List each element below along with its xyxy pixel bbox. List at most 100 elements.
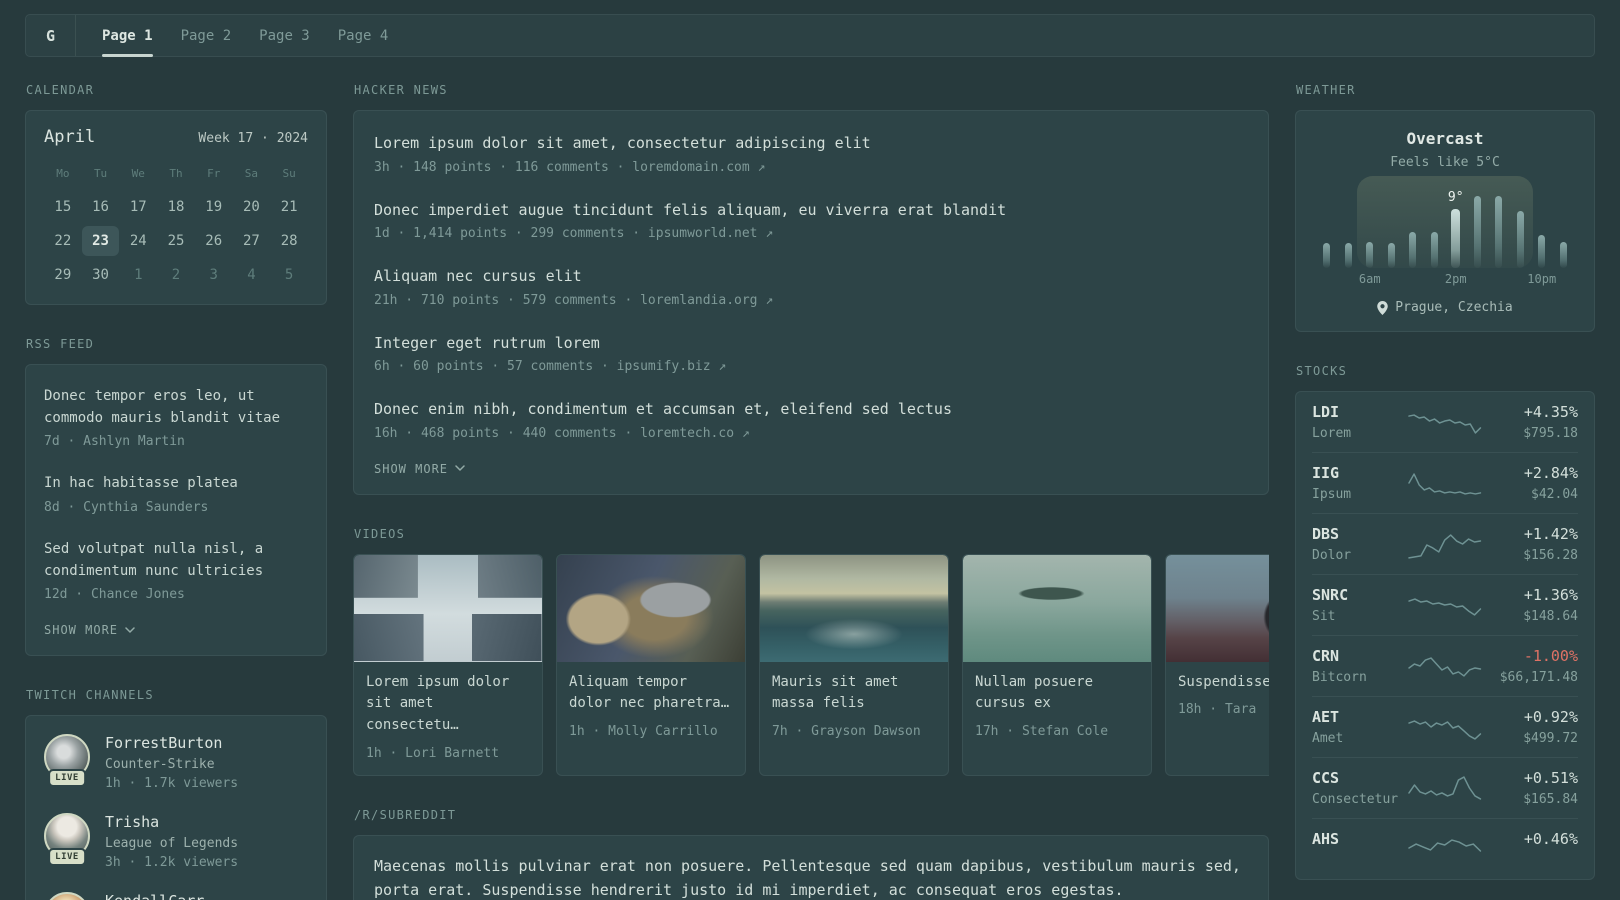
app-logo[interactable]: G (26, 15, 76, 56)
channel-name[interactable]: ForrestBurton (105, 734, 238, 752)
stock-row[interactable]: CCS Consectetur +0.51% $165.84 (1312, 757, 1578, 818)
video-card[interactable]: Aliquam tempor dolor nec pharetra… 1h · … (556, 553, 746, 776)
hn-item-title[interactable]: Donec enim nibh, condimentum et accumsan… (374, 398, 1248, 421)
tab-page-4[interactable]: Page 4 (338, 15, 389, 56)
stock-symbol[interactable]: CCS (1312, 769, 1407, 787)
weather-bar-slot (1316, 186, 1338, 268)
live-badge: LIVE (48, 848, 86, 867)
calendar-section-label: CALENDAR (26, 83, 95, 97)
calendar-month: April (44, 127, 96, 147)
calendar-week-year: Week 17 · 2024 (198, 131, 308, 146)
stock-row[interactable]: AET Amet +0.92% $499.72 (1312, 696, 1578, 757)
rss-item-title[interactable]: Sed volutpat nulla nisl, a condimentum n… (44, 539, 308, 582)
rss-item[interactable]: Sed volutpat nulla nisl, a condimentum n… (44, 526, 308, 613)
video-thumbnail[interactable] (760, 554, 948, 662)
page-tabs: Page 1 Page 2 Page 3 Page 4 (76, 15, 414, 57)
hn-item[interactable]: Donec enim nibh, condimentum et accumsan… (374, 385, 1248, 452)
video-card[interactable]: Nullam posuere cursus ex 17h · Stefan Co… (962, 553, 1152, 776)
channel-name[interactable]: Trisha (105, 813, 238, 831)
rss-item[interactable]: Donec tempor eros leo, ut commodo mauris… (44, 373, 308, 460)
reddit-post[interactable]: Maecenas mollis pulvinar erat non posuer… (374, 854, 1248, 900)
avatar: LIVE (44, 813, 90, 867)
video-meta: 7h · Grayson Dawson (772, 723, 921, 739)
weekday-label: Su (282, 167, 296, 180)
chevron-down-icon (125, 627, 135, 633)
weather-time-label: 10pm (1527, 272, 1557, 286)
video-thumbnail[interactable] (354, 554, 542, 662)
video-thumbnail[interactable] (557, 554, 745, 662)
calendar-day: 27 (242, 233, 260, 249)
video-title[interactable]: Suspendisse diam (1178, 672, 1269, 694)
weather-bar (1344, 243, 1352, 268)
twitch-channel-row[interactable]: LIVE KendallCarr (44, 892, 308, 900)
tab-page-3[interactable]: Page 3 (259, 15, 310, 56)
stock-symbol[interactable]: AHS (1312, 830, 1407, 848)
weekday-label: Fr (207, 167, 221, 180)
weather-section: WEATHER Overcast Feels like 5°C 9° 6am 2p… (1295, 83, 1595, 332)
hn-item[interactable]: Donec imperdiet augue tincidunt felis al… (374, 186, 1248, 253)
hn-item-title[interactable]: Lorem ipsum dolor sit amet, consectetur … (374, 132, 1248, 155)
hacker-news-section: HACKER NEWS Lorem ipsum dolor sit amet, … (353, 83, 1269, 495)
twitch-channel-row[interactable]: LIVE Trisha League of Legends 3h · 1.2k … (44, 813, 308, 870)
weather-temp-label: 9° (1447, 189, 1464, 205)
hn-item-title[interactable]: Integer eget rutrum lorem (374, 332, 1248, 355)
stock-price: $499.72 (1523, 731, 1578, 746)
hn-show-more-button[interactable]: SHOW MORE (374, 452, 1248, 482)
video-title[interactable]: Lorem ipsum dolor sit amet consectetu… (366, 672, 530, 737)
location-pin-icon (1377, 300, 1389, 315)
hn-item[interactable]: Integer eget rutrum lorem 6h · 60 points… (374, 319, 1248, 386)
video-title[interactable]: Mauris sit amet massa felis (772, 672, 936, 715)
rss-section: RSS FEED Donec tempor eros leo, ut commo… (25, 337, 327, 657)
channel-meta: 3h · 1.2k viewers (105, 855, 239, 871)
video-thumbnail[interactable] (1166, 554, 1269, 662)
tab-page-1[interactable]: Page 1 (102, 15, 153, 57)
reddit-post-title[interactable]: Maecenas mollis pulvinar erat non posuer… (374, 854, 1248, 900)
stock-symbol[interactable]: IIG (1312, 464, 1407, 482)
rss-item[interactable]: In hac habitasse platea 8d · Cynthia Sau… (44, 460, 308, 526)
video-meta: 1h · Lori Barnett (366, 745, 500, 761)
calendar-day-next-month: 5 (284, 267, 294, 283)
weather-times: 6am 2pm 10pm (1316, 270, 1574, 286)
hn-item-title[interactable]: Donec imperdiet augue tincidunt felis al… (374, 199, 1248, 222)
stock-symbol[interactable]: CRN (1312, 647, 1407, 665)
stock-price: $66,171.48 (1499, 670, 1578, 685)
video-title[interactable]: Aliquam tempor dolor nec pharetra… (569, 672, 733, 715)
stock-row[interactable]: LDI Lorem +4.35% $795.18 (1312, 392, 1578, 452)
stock-row[interactable]: IIG Ipsum +2.84% $42.04 (1312, 452, 1578, 513)
video-card[interactable]: Mauris sit amet massa felis 7h · Grayson… (759, 553, 949, 776)
stock-change: +1.42% (1523, 525, 1578, 543)
rss-item-title[interactable]: In hac habitasse platea (44, 473, 308, 495)
hn-item[interactable]: Aliquam nec cursus elit 21h · 710 points… (374, 252, 1248, 319)
channel-name[interactable]: KendallCarr (105, 892, 204, 900)
stock-row[interactable]: DBS Dolor +1.42% $156.28 (1312, 513, 1578, 574)
video-meta: 18h · Tara (1178, 702, 1257, 718)
hn-item[interactable]: Lorem ipsum dolor sit amet, consectetur … (374, 119, 1248, 186)
stock-row[interactable]: SNRC Sit +1.36% $148.64 (1312, 574, 1578, 635)
calendar-day: 29 (54, 267, 72, 283)
right-column: WEATHER Overcast Feels like 5°C 9° 6am 2p… (1295, 83, 1595, 900)
video-carousel: Lorem ipsum dolor sit amet consectetu… 1… (353, 553, 1269, 776)
stock-symbol[interactable]: DBS (1312, 525, 1407, 543)
rss-show-more-button[interactable]: SHOW MORE (44, 613, 308, 643)
stock-change: +0.92% (1523, 708, 1578, 726)
channel-meta: 1h · 1.7k viewers (105, 776, 239, 792)
video-card[interactable]: Lorem ipsum dolor sit amet consectetu… 1… (353, 553, 543, 776)
weather-bar-slot (1553, 186, 1575, 268)
stock-change: +2.84% (1523, 464, 1578, 482)
stock-symbol[interactable]: SNRC (1312, 586, 1407, 604)
stock-symbol[interactable]: LDI (1312, 403, 1407, 421)
stock-row[interactable]: AHS +0.46% (1312, 818, 1578, 879)
weather-bar-slot (1531, 186, 1553, 268)
video-card[interactable]: Suspendisse diam 18h · Tara (1165, 553, 1269, 776)
stock-row[interactable]: CRN Bitcorn -1.00% $66,171.48 (1312, 635, 1578, 696)
twitch-channel-row[interactable]: LIVE ForrestBurton Counter-Strike 1h · 1… (44, 734, 308, 791)
calendar-grid: Mo Tu We Th Fr Sa Su 15 16 17 18 19 20 2… (44, 161, 308, 290)
video-title[interactable]: Nullam posuere cursus ex (975, 672, 1139, 715)
stock-symbol[interactable]: AET (1312, 708, 1407, 726)
stocks-section-label: STOCKS (1296, 364, 1348, 378)
tab-page-2[interactable]: Page 2 (181, 15, 232, 56)
video-thumbnail[interactable] (963, 554, 1151, 662)
hn-item-meta: 16h · 468 points · 440 comments · loremt… (374, 425, 750, 441)
hn-item-title[interactable]: Aliquam nec cursus elit (374, 265, 1248, 288)
rss-item-title[interactable]: Donec tempor eros leo, ut commodo mauris… (44, 386, 308, 429)
